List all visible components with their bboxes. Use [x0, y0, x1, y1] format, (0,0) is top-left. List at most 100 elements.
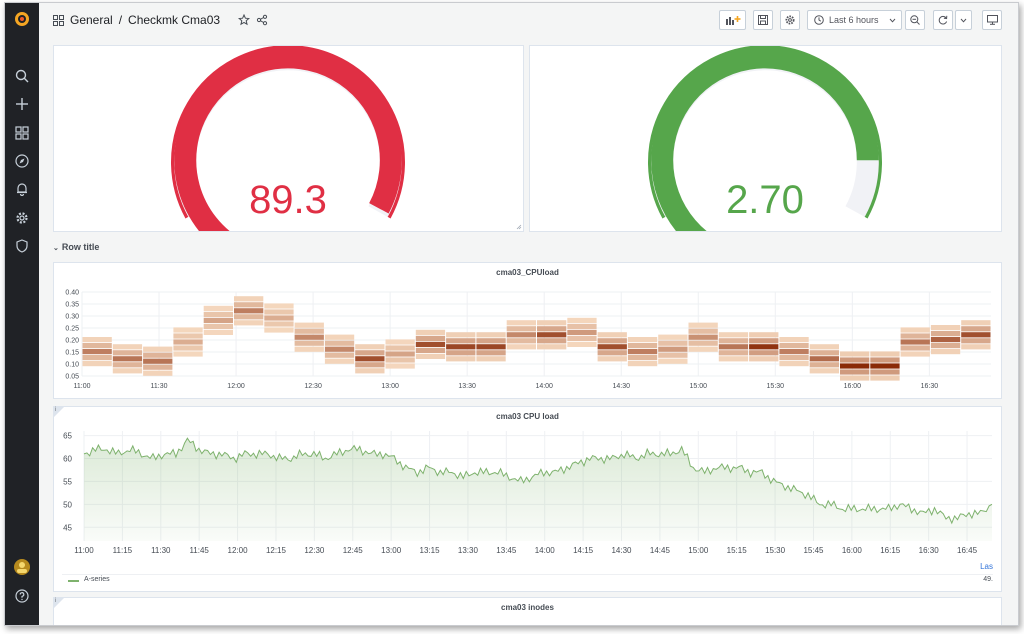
heatmap-cell	[537, 338, 567, 344]
x-tick-label: 16:30	[921, 383, 939, 390]
heatmap-cell	[779, 337, 809, 343]
gauge-panel-2[interactable]: Panel Title 2.70	[529, 45, 1002, 232]
heatmap-cell	[749, 356, 779, 362]
heatmap-cell	[961, 326, 991, 332]
heatmap-cell	[537, 320, 567, 326]
heatmap-cell	[82, 349, 112, 355]
heatmap-cell	[385, 351, 415, 357]
add-panel-button[interactable]	[719, 10, 746, 30]
alerting-bell-icon[interactable]	[12, 179, 32, 199]
row-collapse-chevron-icon[interactable]: ⌄	[53, 245, 59, 252]
heatmap-cell	[567, 341, 597, 347]
legend-last-header[interactable]: Las	[980, 562, 993, 571]
heatmap-cell	[234, 314, 264, 320]
x-tick-label: 14:15	[573, 546, 594, 555]
heatmap-cell	[900, 327, 930, 333]
heatmap-cell	[203, 311, 233, 317]
star-icon[interactable]	[238, 14, 251, 26]
breadcrumb-separator: /	[118, 13, 123, 27]
dashboard-title[interactable]: Checkmk Cma03	[128, 13, 220, 27]
heatmap-cell	[446, 344, 476, 350]
explore-compass-icon[interactable]	[12, 151, 32, 171]
heatmap-cell	[537, 332, 567, 338]
heatmap-cell	[173, 345, 203, 351]
chevron-down-icon	[889, 18, 895, 23]
gauge-panel-1[interactable]: Panel Title 89.3	[53, 45, 524, 232]
heatmap-cell	[809, 362, 839, 368]
x-tick-label: 15:45	[803, 546, 824, 555]
legend-last-value: 49.	[983, 576, 993, 583]
heatmap-cell	[324, 334, 355, 340]
heatmap-cell	[506, 344, 536, 350]
refresh-interval-dropdown[interactable]	[955, 10, 972, 30]
row-title[interactable]: ⌄ Row title	[53, 242, 99, 252]
heatmap-cell	[658, 352, 688, 358]
heatmap-cell	[506, 338, 536, 344]
heatmap-cell	[597, 356, 627, 362]
save-dashboard-button[interactable]	[753, 10, 773, 30]
search-icon[interactable]	[12, 66, 32, 86]
x-tick-label: 11:30	[151, 546, 171, 555]
x-tick-label: 13:00	[381, 546, 402, 555]
user-avatar[interactable]	[12, 557, 32, 577]
panel-title[interactable]: cma03 inodes	[54, 603, 1001, 612]
heatmap-cell	[355, 344, 385, 350]
heatmap-cell	[203, 305, 233, 311]
tv-mode-button[interactable]	[982, 10, 1002, 30]
breadcrumb-folder[interactable]: General	[70, 13, 113, 27]
x-tick-label: 14:30	[612, 383, 630, 390]
heatmap-cell	[476, 344, 506, 350]
resize-handle-icon[interactable]	[516, 224, 522, 230]
refresh-button[interactable]	[933, 10, 953, 30]
heatmap-cell	[112, 344, 143, 350]
gauge-2: 2.70	[648, 46, 882, 231]
time-range-picker[interactable]: Last 6 hours	[807, 10, 902, 30]
x-tick-label: 16:15	[880, 546, 901, 555]
dashboard-settings-button[interactable]	[780, 10, 800, 30]
heatmap-cell	[415, 347, 446, 353]
share-icon[interactable]	[256, 14, 268, 26]
zoom-out-icon	[910, 15, 920, 25]
x-tick-label: 12:45	[343, 546, 364, 555]
heatmap-cell	[779, 355, 809, 361]
gauge-1: 89.3	[171, 46, 405, 231]
zoom-out-button[interactable]	[905, 10, 925, 30]
heatmap-cell	[264, 303, 294, 309]
configuration-gear-icon[interactable]	[12, 208, 32, 228]
heatmap-cell	[749, 344, 779, 350]
legend-series-name[interactable]: A-series	[84, 576, 110, 583]
heatmap-cell	[355, 356, 385, 362]
heatmap-panel[interactable]: cma03_CPUload 0.40 0.35 0.30 0.25 0.20 0.15 0.…	[53, 262, 1002, 399]
grafana-logo-icon[interactable]	[12, 9, 32, 29]
heatmap-cell	[567, 323, 597, 329]
heatmap-cell	[627, 349, 658, 355]
heatmap-cell	[840, 357, 870, 363]
heatmap-cell	[82, 361, 112, 367]
heatmap-cell	[961, 338, 991, 344]
server-admin-shield-icon[interactable]	[12, 236, 32, 256]
heatmap-cell	[688, 322, 718, 328]
heatmap-cell	[961, 332, 991, 338]
inodes-panel[interactable]: i cma03 inodes	[53, 597, 1002, 625]
heatmap-cell	[809, 344, 839, 350]
heatmap-cell	[840, 375, 870, 381]
x-tick-label: 11:30	[151, 383, 168, 390]
x-tick-label: 13:30	[458, 383, 476, 390]
heatmap-cell	[112, 356, 143, 362]
time-range-label: Last 6 hours	[829, 15, 879, 25]
y-tick-label: 0.10	[65, 362, 79, 369]
heatmap-cell	[143, 352, 173, 358]
heatmap-cell	[476, 338, 506, 344]
heatmap-cell	[385, 339, 415, 345]
grafana-window: General / Checkmk Cma03 Last 6 hours Pan…	[4, 2, 1019, 626]
heatmap-cell	[718, 338, 749, 344]
dashboards-icon[interactable]	[12, 123, 32, 143]
cpu-load-panel[interactable]: i cma03 CPU load 65 60 55 50 45 11:00 11:15 11:…	[53, 406, 1002, 592]
help-icon[interactable]	[12, 586, 32, 606]
heatmap-cell	[870, 375, 900, 381]
x-tick-label: 13:15	[420, 546, 441, 555]
heatmap-cell	[415, 353, 446, 359]
plus-icon[interactable]	[12, 94, 32, 114]
legend-series-color-icon	[68, 580, 79, 582]
heatmap-cell	[264, 327, 294, 333]
